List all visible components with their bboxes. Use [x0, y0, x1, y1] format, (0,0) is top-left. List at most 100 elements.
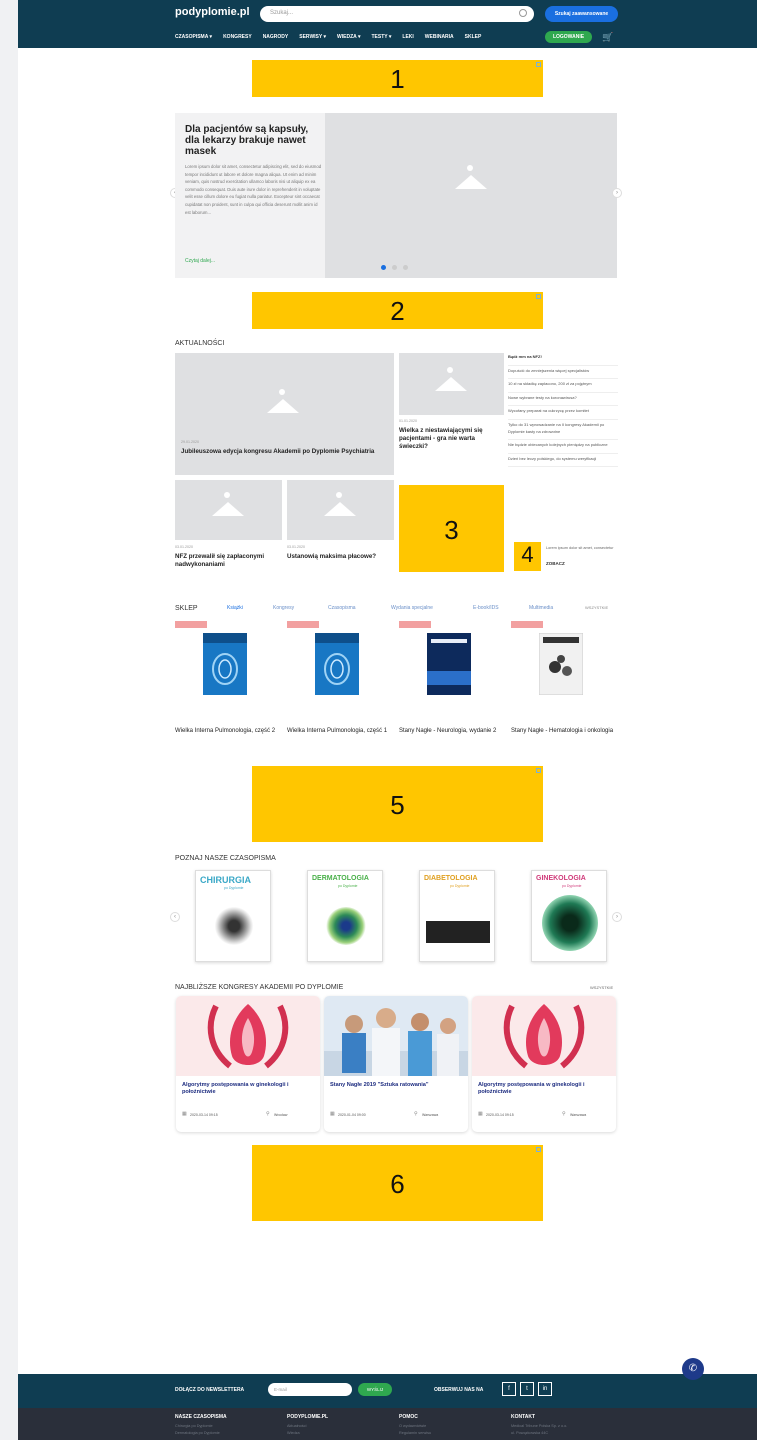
- ad-banner-5[interactable]: 5: [252, 766, 543, 842]
- image-placeholder-icon: [455, 165, 487, 189]
- product-cover[interactable]: [203, 633, 247, 695]
- news-small-image-1[interactable]: [175, 480, 282, 540]
- journals-next-button[interactable]: ›: [612, 912, 622, 922]
- ad-info-icon[interactable]: [536, 768, 541, 773]
- phone-icon[interactable]: ✆: [682, 1358, 704, 1380]
- news-list-item[interactable]: Dzień bez leczy polskiego, do systemu we…: [508, 454, 618, 468]
- newsletter-send-button[interactable]: WYŚLIJ: [358, 1383, 392, 1396]
- slider-dot[interactable]: [403, 265, 408, 270]
- footer-link[interactable]: Regulamin serwisu: [399, 1430, 431, 1437]
- news-main-image[interactable]: [175, 353, 394, 475]
- ad-banner-4[interactable]: 4: [514, 542, 541, 571]
- news-list-item[interactable]: 10 zł na składkę zapłacono, 200 zł za po…: [508, 379, 618, 393]
- advanced-search-button[interactable]: Szukaj zaawansowane: [545, 6, 618, 22]
- ad-banner-2[interactable]: 2: [252, 292, 543, 329]
- product-name[interactable]: Wielka Interna Pulmonologia, część 1: [287, 727, 397, 735]
- nav-item-nagrody[interactable]: NAGRODY: [263, 34, 289, 40]
- login-button[interactable]: LOGOWANIE: [545, 31, 592, 43]
- news-list-item[interactable]: Bądź mm na NFZ!: [508, 352, 618, 366]
- shop-tab-kongresy[interactable]: Kongresy: [273, 605, 294, 611]
- shop-tab-wydania-specjalne[interactable]: Wydania specjalne: [391, 605, 433, 611]
- news-section-title: AKTUALNOŚCI: [175, 340, 225, 347]
- slide-read-more-link[interactable]: Czytaj dalej...: [185, 258, 215, 264]
- news-side-title[interactable]: Wielka z niestawiającymi się pacjentami …: [399, 427, 503, 451]
- news-date: 01.01.2020: [399, 419, 417, 423]
- congress-card[interactable]: Algorytmy postępowania w ginekologii i p…: [472, 996, 616, 1132]
- nav-item-webinaria[interactable]: WEBINARIA: [425, 34, 454, 40]
- congress-section-title: NAJBLIŻSZE KONGRESY AKADEMII PO DYPLOMIE: [175, 984, 344, 991]
- ad-info-icon[interactable]: [536, 1147, 541, 1152]
- ad-banner-1[interactable]: 1: [252, 60, 543, 97]
- congress-card[interactable]: Stany Nagłe 2019 "Sztuka ratowania" ▦ 20…: [324, 996, 468, 1132]
- shop-tab-multimedia[interactable]: Multimedia: [529, 605, 553, 611]
- slide-image[interactable]: [325, 113, 617, 278]
- search-icon[interactable]: [519, 9, 527, 17]
- news-small-title-1[interactable]: NFZ przewalił się zapłaconymi nadwykonan…: [175, 553, 283, 569]
- congress-place: Warszawa: [422, 1113, 439, 1117]
- nav-item-czasopisma[interactable]: CZASOPISMA ▾: [175, 34, 212, 40]
- product-cover[interactable]: [315, 633, 359, 695]
- calendar-icon: ▦: [182, 1111, 187, 1117]
- nav-item-testy[interactable]: TESTY ▾: [371, 34, 391, 40]
- nav-item-wiedza[interactable]: WIEDZA ▾: [337, 34, 360, 40]
- product-name[interactable]: Stany Nagłe - Hematologia i onkologia: [511, 727, 621, 735]
- congress-image[interactable]: [176, 996, 320, 1076]
- footer-link[interactable]: Aktualności: [287, 1423, 328, 1430]
- product-cover[interactable]: [539, 633, 583, 695]
- slide-title[interactable]: Dla pacjentów są kapsuły, dla lekarzy br…: [185, 124, 323, 157]
- news-list-item[interactable]: Nie będzie obiecanych kolejnych pieniędz…: [508, 440, 618, 454]
- news-list-item[interactable]: Nowe wybrane testy na koronawirusa?: [508, 393, 618, 407]
- news-small-title-2[interactable]: Ustanowią maksima płacowe?: [287, 553, 395, 561]
- product-badge: [175, 621, 207, 628]
- promo-cta-link[interactable]: ZOBACZ: [546, 561, 565, 566]
- nav-item-serwisy[interactable]: SERWISY ▾: [299, 34, 326, 40]
- facebook-icon[interactable]: f: [502, 1382, 516, 1396]
- product-name[interactable]: Stany Nagłe - Neurologia, wydanie 2: [399, 727, 509, 735]
- footer-link[interactable]: Dermatologia po Dyplomie: [175, 1430, 227, 1437]
- twitter-icon[interactable]: t: [520, 1382, 534, 1396]
- slider-next-button[interactable]: ›: [612, 188, 622, 198]
- news-list-item[interactable]: Wycofany preparat na cukrzycę przez komi…: [508, 406, 618, 420]
- linkedin-icon[interactable]: in: [538, 1382, 552, 1396]
- journal-card[interactable]: DERMATOLOGIA po Dyplomie: [307, 870, 383, 962]
- shop-tab-czasopisma[interactable]: Czasopisma: [328, 605, 356, 611]
- journal-card[interactable]: GINEKOLOGIA po Dyplomie: [531, 870, 607, 962]
- shop-tab-ebook[interactable]: E-book/IDS: [473, 605, 499, 611]
- newsletter-bar: DOŁĄCZ DO NEWSLETTERA E-mail WYŚLIJ OBSE…: [18, 1374, 757, 1408]
- news-small-image-2[interactable]: [287, 480, 394, 540]
- congress-card[interactable]: Algorytmy postępowania w ginekologii i p…: [176, 996, 320, 1132]
- slider-dot[interactable]: [392, 265, 397, 270]
- site-logo[interactable]: podyplomie.pl: [175, 6, 250, 18]
- product-cover[interactable]: [427, 633, 471, 695]
- news-list-item[interactable]: Dopuścić do zmniejszenia więcej specjali…: [508, 366, 618, 380]
- congress-image[interactable]: [472, 996, 616, 1076]
- slider-dot[interactable]: [381, 265, 386, 270]
- footer-link[interactable]: Wiedza: [287, 1430, 328, 1437]
- news-side-image[interactable]: [399, 353, 504, 415]
- ad-label: 3: [444, 515, 459, 545]
- congress-title[interactable]: Algorytmy postępowania w ginekologii i p…: [478, 1082, 612, 1096]
- congress-title[interactable]: Stany Nagłe 2019 "Sztuka ratowania": [330, 1082, 464, 1089]
- ad-banner-6[interactable]: 6: [252, 1145, 543, 1221]
- search-input[interactable]: Szukaj...: [260, 6, 534, 22]
- journal-card[interactable]: DIABETOLOGIA po Dyplomie: [419, 870, 495, 962]
- journal-card[interactable]: CHIRURGIA po Dyplomie: [195, 870, 271, 962]
- journals-prev-button[interactable]: ‹: [170, 912, 180, 922]
- news-list-item[interactable]: Tylko do 31 wprowadzanie na II kongresy …: [508, 420, 618, 441]
- newsletter-email-input[interactable]: E-mail: [268, 1383, 352, 1396]
- product-name[interactable]: Wielka Interna Pulmonologia, część 2: [175, 727, 285, 735]
- shop-tab-ksiazki[interactable]: Książki: [227, 605, 243, 611]
- news-main-title[interactable]: Jubileuszowa edycja kongresu Akademii po…: [181, 448, 381, 456]
- journal-subtitle: po Dyplomie: [224, 886, 244, 890]
- footer-link[interactable]: Chirurgia po Dyplomie: [175, 1423, 227, 1430]
- nav-item-leki[interactable]: LEKI: [402, 34, 413, 40]
- footer-link[interactable]: O wydawnictwie: [399, 1423, 431, 1430]
- congress-title[interactable]: Algorytmy postępowania w ginekologii i p…: [182, 1082, 316, 1096]
- congress-image[interactable]: [324, 996, 468, 1076]
- nav-item-sklep[interactable]: SKLEP: [465, 34, 482, 40]
- cart-icon[interactable]: 🛒: [602, 32, 616, 42]
- nav-item-kongresy[interactable]: KONGRESY: [223, 34, 252, 40]
- ad-banner-3[interactable]: 3: [399, 485, 504, 572]
- congress-all-link[interactable]: WSZYSTKIE: [590, 985, 613, 990]
- shop-tab-wszystkie[interactable]: WSZYSTKIE: [585, 605, 608, 610]
